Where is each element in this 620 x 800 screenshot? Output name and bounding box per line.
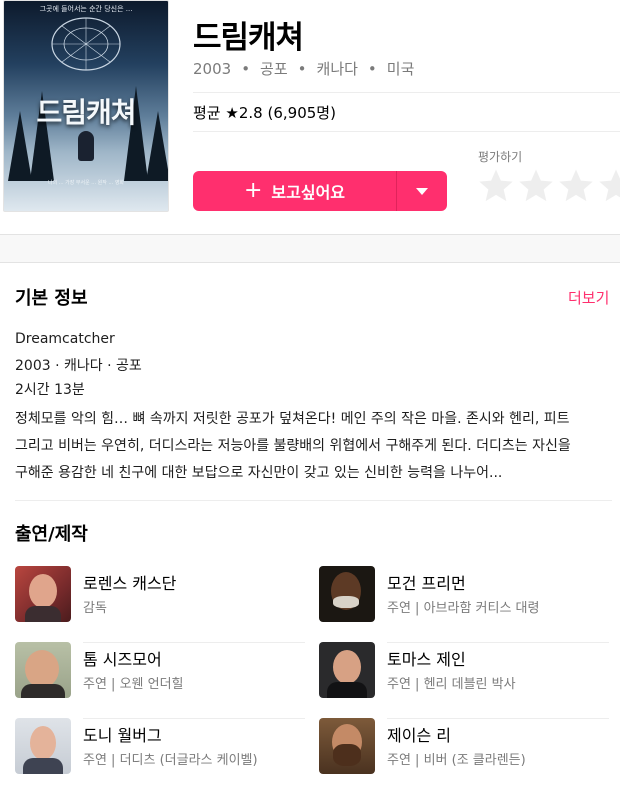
- movie-header: 그곳에 들어서는 순간 당신은 ... 드림캐쳐 나의 ... 가장 무서운 .…: [0, 0, 620, 234]
- rate-label: 평가하기: [478, 150, 523, 164]
- person-role: 주연 | 헨리 데블린 박사: [387, 677, 516, 692]
- meta-country: 미국: [386, 60, 415, 78]
- more-link[interactable]: 더보기: [568, 287, 609, 308]
- meta-dot: •: [297, 59, 307, 78]
- person-photo: [15, 718, 71, 774]
- section-gap: [0, 234, 620, 263]
- person-photo: [319, 566, 375, 622]
- movie-title: 드림캐쳐: [193, 20, 304, 56]
- person-role: 주연 | 아브라함 커티스 대령: [387, 601, 540, 616]
- star-1-icon[interactable]: [476, 166, 516, 206]
- meta-dot: •: [367, 59, 377, 78]
- person-name: 제이슨 리: [387, 726, 451, 745]
- want-to-watch-label: 보고싶어요: [271, 183, 346, 202]
- divider: [15, 500, 612, 501]
- chevron-down-icon: [416, 187, 428, 195]
- basic-info-title: 기본 정보: [15, 288, 88, 309]
- star-3-icon[interactable]: [556, 166, 596, 206]
- meta-year: 2003: [193, 59, 232, 78]
- meta-dot: •: [241, 59, 251, 78]
- rating-stars: [476, 166, 620, 206]
- plus-icon: +: [243, 178, 263, 203]
- original-title: Dreamcatcher: [15, 331, 115, 347]
- meta-genre: 공포: [260, 60, 288, 78]
- star-4-icon[interactable]: [596, 166, 620, 206]
- movie-meta: 2003 • 공포 • 캐나다 • 미국: [193, 58, 414, 79]
- synopsis: 정체모를 악의 힘… 뼈 속까지 저릿한 공포가 덮쳐온다! 메인 주의 작은 …: [15, 411, 571, 481]
- person-role: 주연 | 더디츠 (더글라스 케이벨): [83, 753, 258, 768]
- person-role: 주연 | 비버 (조 클라렌든): [387, 753, 526, 768]
- person-photo: [15, 566, 71, 622]
- wishlist-dropdown-button[interactable]: [397, 171, 447, 211]
- cast-item[interactable]: 모건 프리먼 주연 | 아브라함 커티스 대령: [319, 566, 609, 643]
- divider: [193, 131, 620, 132]
- person-photo: [319, 642, 375, 698]
- wishlist-button-group: + 보고싶어요: [193, 171, 447, 211]
- person-role: 감독: [83, 601, 107, 616]
- cast-title: 출연/제작: [15, 524, 88, 545]
- summary-line: 2003 · 캐나다 · 공포: [15, 358, 142, 374]
- person-name: 모건 프리먼: [387, 574, 466, 593]
- dreamcatcher-web-graphic: [51, 17, 121, 71]
- person-role: 주연 | 오웬 언더힐: [83, 677, 184, 692]
- person-name: 로렌스 캐스단: [83, 574, 177, 593]
- average-rating: 평균 ★2.8 (6,905명): [193, 102, 336, 123]
- rating-value: ★2.8: [225, 104, 263, 122]
- want-to-watch-button[interactable]: + 보고싶어요: [193, 171, 396, 211]
- person-photo: [15, 642, 71, 698]
- poster-title: 드림캐쳐: [36, 96, 136, 129]
- rating-count: (6,905명): [267, 104, 336, 122]
- meta-country: 캐나다: [316, 60, 358, 78]
- cast-item[interactable]: 로렌스 캐스단 감독: [15, 566, 305, 643]
- divider: [193, 92, 620, 93]
- rating-prefix: 평균: [193, 104, 221, 122]
- cast-item[interactable]: 도니 월버그 주연 | 더디츠 (더글라스 케이벨): [15, 718, 305, 794]
- poster-figure: [78, 131, 94, 161]
- poster-credits: 나의 ... 가장 무서운 ... 원작 ... 영화: [47, 180, 125, 186]
- person-photo: [319, 718, 375, 774]
- person-name: 톰 시즈모어: [83, 650, 162, 669]
- runtime: 2시간 13분: [15, 382, 85, 398]
- star-2-icon[interactable]: [516, 166, 556, 206]
- movie-poster[interactable]: 그곳에 들어서는 순간 당신은 ... 드림캐쳐 나의 ... 가장 무서운 .…: [3, 0, 169, 212]
- person-name: 토마스 제인: [387, 650, 466, 669]
- person-name: 도니 월버그: [83, 726, 162, 745]
- cast-item[interactable]: 토마스 제인 주연 | 헨리 데블린 박사: [319, 642, 609, 719]
- cast-item[interactable]: 톰 시즈모어 주연 | 오웬 언더힐: [15, 642, 305, 719]
- cast-item[interactable]: 제이슨 리 주연 | 비버 (조 클라렌든): [319, 718, 609, 794]
